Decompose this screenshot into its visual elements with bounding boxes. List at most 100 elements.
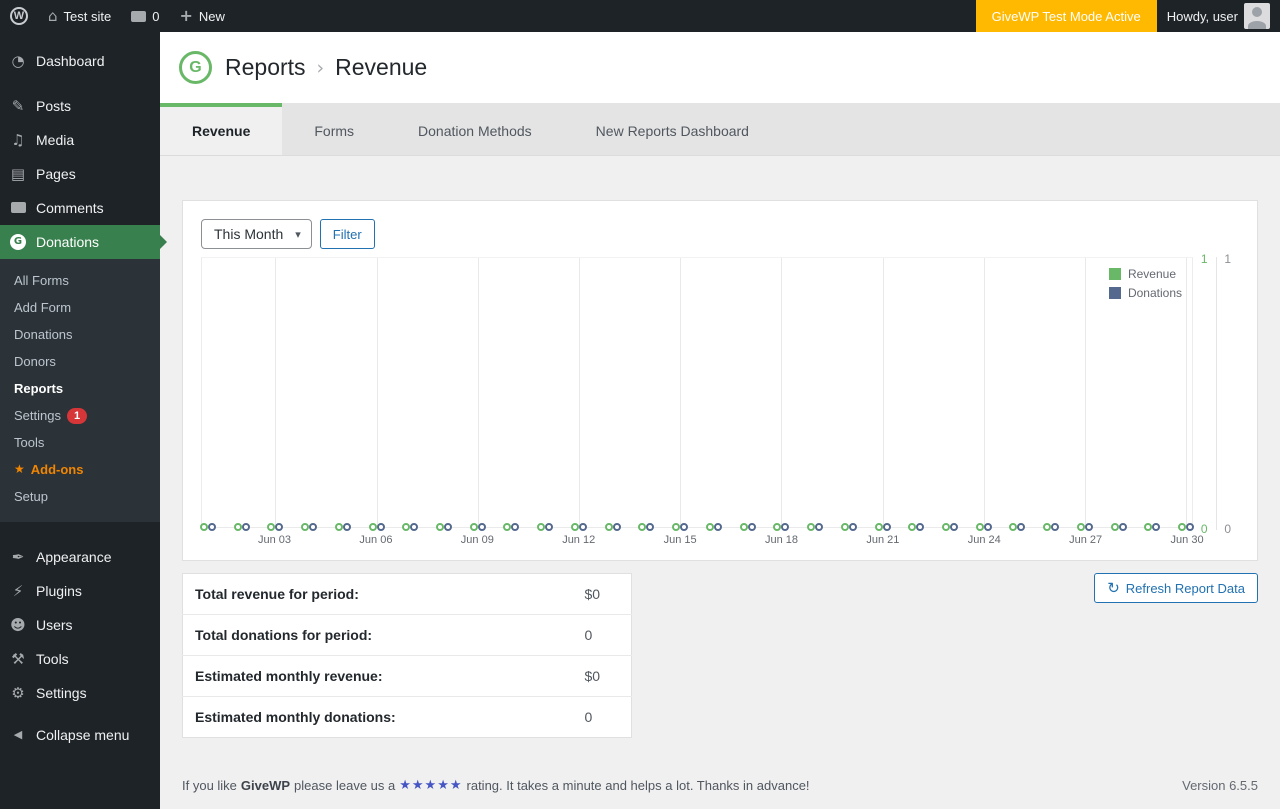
account-menu[interactable]: Howdy, user: [1157, 0, 1280, 32]
test-mode-badge[interactable]: GiveWP Test Mode Active: [975, 0, 1157, 32]
sidebar-item-label: Dashboard: [36, 53, 105, 69]
submenu-item-tools[interactable]: Tools: [0, 429, 160, 456]
chart-x-tick-label: Jun 24: [967, 534, 1001, 546]
chart-gridline: [275, 258, 277, 527]
sidebar-item-plugins[interactable]: ⚡ Plugins: [0, 574, 160, 608]
breadcrumb-root[interactable]: Reports: [225, 54, 306, 81]
admin-sidebar: ◔ Dashboard ✎ Posts ♫ Media ▤ Pages Comm…: [0, 32, 167, 809]
footer-text: If you like: [182, 778, 237, 793]
five-stars-link[interactable]: ★★★★★: [399, 778, 462, 793]
legend-label: Revenue: [1127, 267, 1176, 281]
new-label: New: [198, 8, 225, 24]
update-count-badge: 1: [66, 407, 88, 424]
summary-row: Total revenue for period: $0 Total donat…: [182, 573, 1258, 738]
chart-gridline: [578, 258, 580, 527]
menu-separator: [0, 522, 160, 540]
sidebar-item-settings[interactable]: ⚙ Settings: [0, 676, 160, 710]
submenu-item-donations[interactable]: Donations: [0, 321, 160, 348]
legend-item-donations[interactable]: Donations: [1108, 286, 1182, 300]
submenu-item-label: Add-ons: [30, 462, 84, 477]
sidebar-item-label: Appearance: [36, 549, 112, 565]
report-tabs: Revenue Forms Donation Methods New Repor…: [160, 103, 1280, 156]
rating-request: If you like GiveWP please leave us a ★★★…: [182, 778, 810, 793]
submenu-item-setup[interactable]: Setup: [0, 483, 160, 510]
legend-item-revenue[interactable]: Revenue: [1108, 267, 1176, 281]
wordpress-icon: W: [10, 7, 28, 25]
summary-label: Total donations for period:: [182, 614, 573, 656]
brand-name: GiveWP: [240, 778, 291, 793]
chart-legend: Revenue Donations: [1108, 267, 1182, 300]
submenu-item-label: Settings: [14, 408, 61, 423]
appearance-icon: ✒: [11, 548, 25, 566]
tab-new-reports-dashboard[interactable]: New Reports Dashboard: [564, 103, 781, 155]
tab-donation-methods[interactable]: Donation Methods: [386, 103, 564, 155]
chart-gridline: [477, 258, 479, 527]
chart-gridline: [983, 258, 985, 527]
plus-icon: +: [179, 6, 193, 25]
avatar: [1244, 3, 1270, 29]
chart-x-tick-label: Jun 27: [1069, 534, 1103, 546]
sidebar-item-label: Tools: [36, 651, 69, 667]
summary-value: 0: [572, 614, 632, 656]
sidebar-item-media[interactable]: ♫ Media: [0, 123, 160, 157]
submenu-item-settings[interactable]: Settings 1: [0, 402, 160, 429]
chart-plot-column: Revenue Donations Jun 03 Jun 06 Jun 09 Jun 1…: [199, 257, 1204, 550]
legend-label: Donations: [1127, 286, 1182, 300]
submenu-item-reports[interactable]: Reports: [0, 375, 160, 402]
plugins-icon: ⚡: [12, 582, 24, 600]
submenu-item-add-form[interactable]: Add Form: [0, 294, 160, 321]
filter-button[interactable]: Filter: [319, 219, 375, 249]
users-icon: ☻: [10, 616, 26, 634]
pages-icon: ▤: [10, 165, 26, 183]
submenu-item-donors[interactable]: Donors: [0, 348, 160, 375]
sidebar-item-users[interactable]: ☻ Users: [0, 608, 160, 642]
period-select[interactable]: This Month ▾: [201, 219, 312, 249]
chart-plot: Revenue Donations: [199, 257, 1195, 531]
breadcrumb: Reports › Revenue: [225, 54, 427, 81]
sidebar-item-comments[interactable]: Comments: [0, 191, 160, 225]
chart-x-tick-label: Jun 30: [1170, 534, 1204, 546]
sidebar-item-donations[interactable]: G Donations: [0, 225, 167, 259]
tools-icon: ⚒: [11, 650, 25, 668]
summary-value: $0: [572, 573, 632, 615]
sidebar-item-label: Plugins: [36, 583, 82, 599]
y-tick-min: 0: [1224, 522, 1232, 536]
sidebar-item-tools[interactable]: ⚒ Tools: [0, 642, 160, 676]
donations-axis: 10: [1217, 252, 1240, 536]
chart-gridline: [1186, 258, 1188, 527]
table-row: Total revenue for period: $0: [182, 573, 632, 615]
page-footer: If you like GiveWP please leave us a ★★★…: [182, 778, 1258, 805]
sidebar-item-dashboard[interactable]: ◔ Dashboard: [0, 44, 160, 78]
chart-gridline: [680, 258, 682, 527]
sidebar-item-label: Posts: [36, 98, 72, 114]
site-name-link[interactable]: ⌂ Test site: [38, 0, 121, 32]
sidebar-item-posts[interactable]: ✎ Posts: [0, 89, 160, 123]
tab-revenue[interactable]: Revenue: [160, 103, 283, 155]
chart-gridline: [376, 258, 378, 527]
tab-forms[interactable]: Forms: [282, 103, 386, 155]
submenu-item-addons[interactable]: ★ Add-ons: [0, 456, 160, 483]
refresh-icon: ↻: [1107, 578, 1120, 597]
refresh-label: Refresh Report Data: [1125, 580, 1245, 596]
refresh-report-button[interactable]: ↻ Refresh Report Data: [1094, 573, 1258, 603]
version-label: Version 6.5.5: [1182, 778, 1258, 793]
wordpress-menu[interactable]: W: [0, 0, 38, 32]
menu-separator: [0, 78, 160, 89]
avatar-body: [1248, 21, 1266, 29]
chart-x-labels: Jun 03 Jun 06 Jun 09 Jun 12 Jun 15 Jun 18 Jun …: [201, 528, 1204, 550]
chart-x-tick-label: Jun 15: [663, 534, 697, 546]
submenu-item-all-forms[interactable]: All Forms: [0, 267, 160, 294]
sidebar-item-appearance[interactable]: ✒ Appearance: [0, 540, 160, 574]
star-icon: ★: [14, 462, 25, 476]
y-tick-max: 1: [1224, 252, 1232, 266]
period-select-value: This Month: [214, 226, 284, 242]
new-content-link[interactable]: + New: [169, 0, 234, 32]
sidebar-item-label: Donations: [36, 234, 100, 250]
collapse-menu-button[interactable]: ◀ Collapse menu: [0, 718, 160, 752]
sidebar-item-label: Media: [36, 132, 75, 148]
comments-link[interactable]: 0: [121, 0, 169, 32]
chart-y-axes: 1010: [1193, 252, 1240, 536]
sidebar-item-label: Settings: [36, 685, 87, 701]
sidebar-item-pages[interactable]: ▤ Pages: [0, 157, 160, 191]
chart-gridline: [882, 258, 884, 527]
